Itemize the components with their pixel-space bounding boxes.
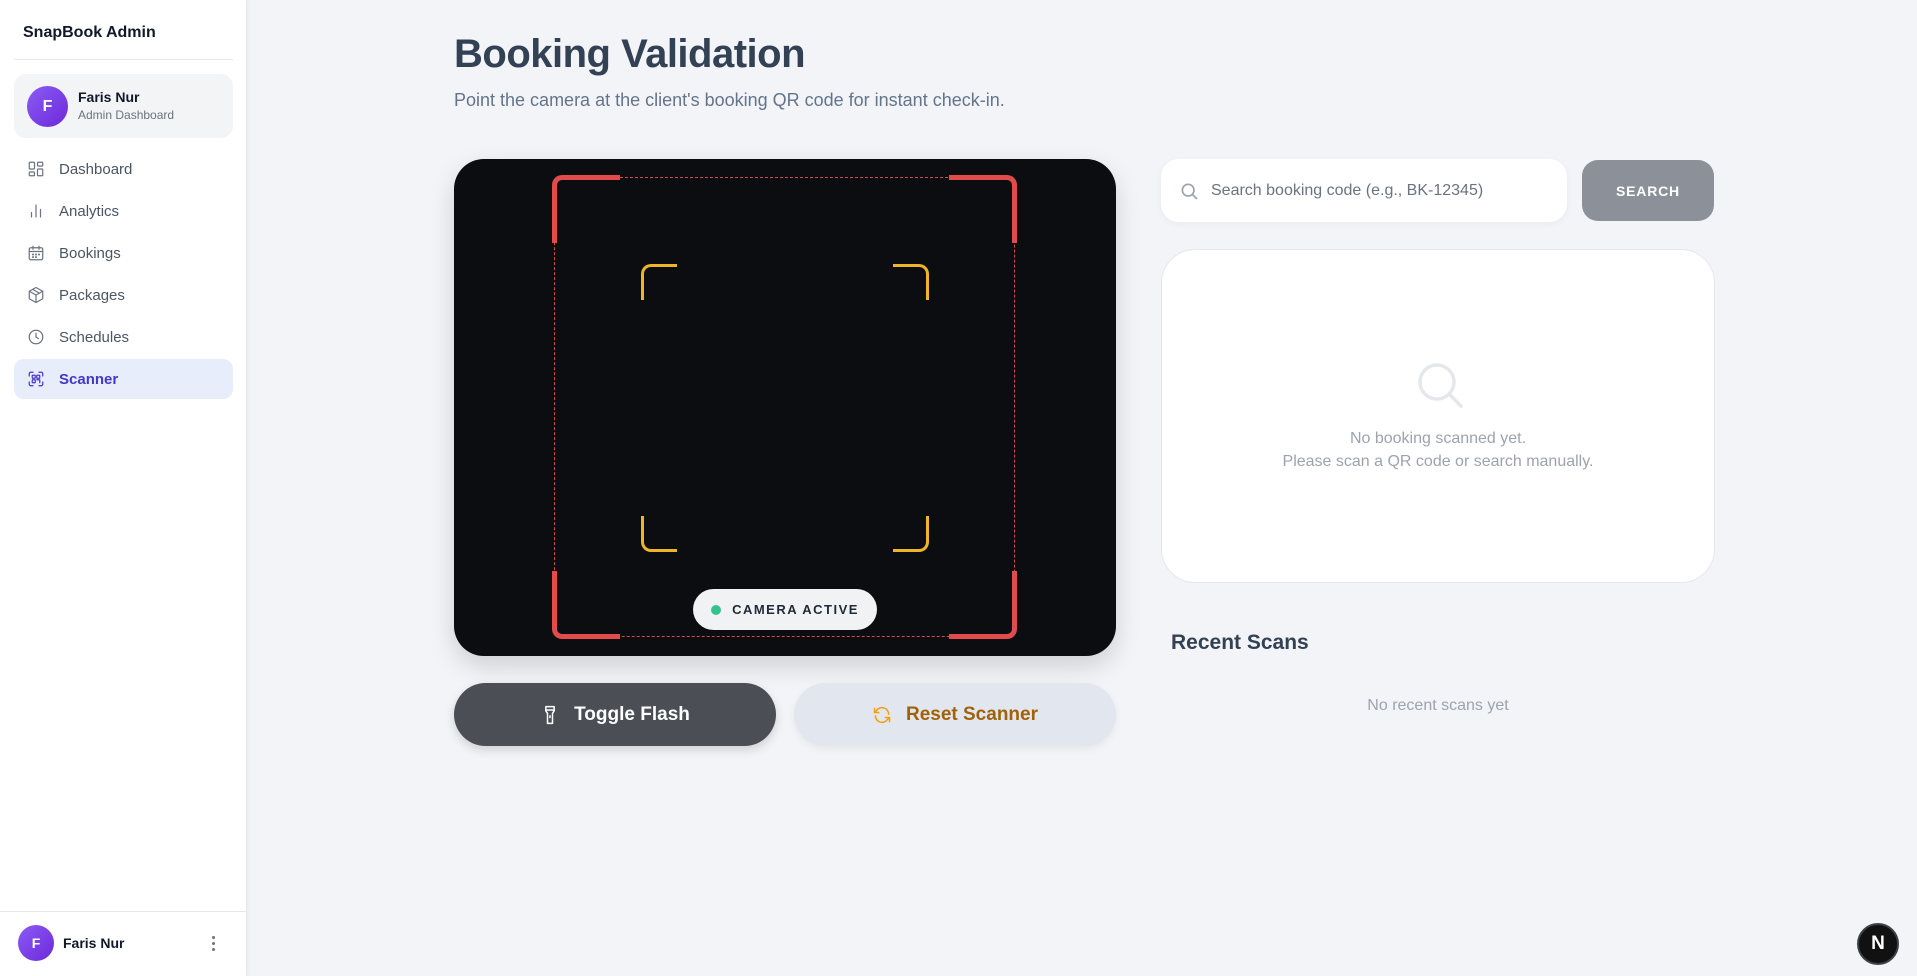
recent-scans-empty: No recent scans yet	[1367, 697, 1509, 714]
reset-scanner-label: Reset Scanner	[905, 703, 1038, 725]
clock-icon	[28, 329, 44, 345]
sidebar-item-label: Bookings	[59, 244, 121, 262]
sidebar-item-label: Scanner	[59, 370, 119, 388]
sidebar-item-label: Analytics	[59, 202, 120, 220]
user-card[interactable]: F Faris Nur Admin Dashboard	[14, 74, 233, 138]
camera-viewport[interactable]: CAMERA ACTIVE	[454, 159, 1116, 656]
toggle-flash-button[interactable]: Toggle Flash	[454, 683, 776, 746]
search-button[interactable]: SEARCH	[1582, 160, 1714, 221]
brand-title: SnapBook Admin	[23, 24, 156, 41]
search-icon	[1181, 183, 1198, 199]
user-name: Faris Nur	[63, 935, 125, 951]
focus-corner	[893, 516, 929, 552]
focus-corner	[641, 516, 677, 552]
sidebar-item-analytics[interactable]: Analytics	[14, 191, 233, 231]
camera-status-text: CAMERA ACTIVE	[732, 602, 859, 617]
more-options-icon[interactable]	[205, 932, 221, 954]
reset-scanner-button[interactable]: Reset Scanner	[794, 683, 1116, 746]
page-subtitle: Point the camera at the client's booking…	[454, 90, 1005, 110]
frame-corner	[552, 175, 620, 243]
sidebar-item-bookings[interactable]: Bookings	[14, 233, 233, 273]
camera-status-badge: CAMERA ACTIVE	[693, 589, 877, 630]
recent-scans-title: Recent Scans	[1171, 631, 1309, 654]
sidebar: SnapBook Admin F Faris Nur Admin Dashboa…	[0, 0, 247, 976]
avatar: F	[27, 86, 68, 127]
refresh-icon	[873, 706, 891, 723]
flashlight-icon	[545, 705, 556, 724]
user-role: Admin Dashboard	[78, 108, 175, 122]
sidebar-item-dashboard[interactable]: Dashboard	[14, 149, 233, 189]
sidebar-item-schedules[interactable]: Schedules	[14, 317, 233, 357]
focus-corner	[641, 264, 677, 300]
dashboard-icon	[28, 161, 44, 177]
empty-state-hint: Please scan a QR code or search manually…	[1282, 453, 1594, 470]
user-name: Faris Nur	[78, 89, 140, 105]
page-title: Booking Validation	[454, 32, 806, 76]
status-dot-icon	[711, 604, 722, 615]
booking-result-card: No booking scanned yet. Please scan a QR…	[1161, 249, 1715, 583]
frame-corner	[949, 175, 1017, 243]
analytics-icon	[30, 204, 42, 218]
dev-tools-badge[interactable]: N	[1857, 923, 1899, 965]
sidebar-item-packages[interactable]: Packages	[14, 275, 233, 315]
sidebar-item-label: Packages	[59, 286, 125, 304]
calendar-icon	[28, 245, 44, 261]
empty-state-text: No booking scanned yet.	[1349, 430, 1527, 447]
sidebar-item-scanner[interactable]: Scanner	[14, 359, 233, 399]
sidebar-item-label: Schedules	[59, 328, 130, 346]
frame-corner	[949, 571, 1017, 639]
divider	[14, 59, 233, 60]
focus-corner	[893, 264, 929, 300]
frame-corner	[552, 571, 620, 639]
booking-search-input[interactable]	[1211, 181, 1551, 200]
scan-frame	[552, 175, 1017, 639]
search-icon	[1418, 363, 1463, 408]
avatar: F	[18, 925, 54, 961]
package-icon	[28, 286, 44, 304]
sidebar-footer-user: F Faris Nur	[0, 911, 247, 976]
toggle-flash-label: Toggle Flash	[574, 703, 690, 725]
search-box	[1161, 159, 1567, 222]
sidebar-nav: Dashboard Analytics Bookings Packages Sc…	[14, 149, 233, 401]
scan-icon	[28, 371, 44, 387]
sidebar-item-label: Dashboard	[59, 160, 133, 178]
